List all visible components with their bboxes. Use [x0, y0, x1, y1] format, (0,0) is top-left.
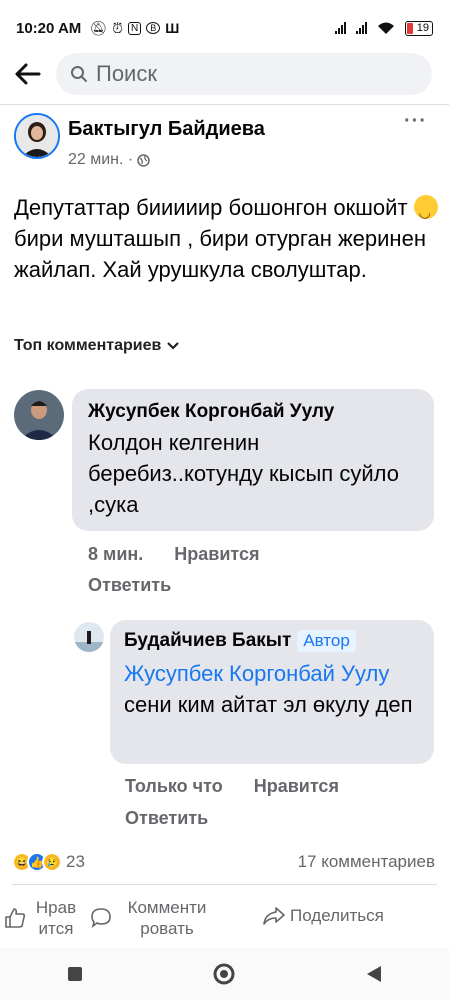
reactions-summary[interactable]: 😆 👍 😢 23: [12, 852, 85, 872]
triangle-back-icon: [367, 966, 382, 982]
battery-level: 19: [416, 21, 429, 34]
like-reply-button[interactable]: Нравится: [254, 776, 339, 796]
search-input[interactable]: Поиск: [56, 53, 432, 95]
comment-author[interactable]: Жусупбек Коргонбай Уулу: [88, 401, 418, 423]
share-button[interactable]: Поделиться: [262, 906, 384, 926]
comment-text: Колдон келгенин беребиз..котунду кысып с…: [88, 430, 399, 517]
post-text-part1: Депутаттар бииииир бошонгон окшойт: [14, 195, 408, 220]
like-button[interactable]: Нрав итcя: [4, 897, 82, 939]
app-icon: B: [146, 22, 161, 34]
reply-body: сени ким айтат эл өкулу деп: [124, 692, 413, 717]
top-bar: Поиск: [0, 50, 449, 98]
reply-author[interactable]: Будайчиев Бакыт: [124, 630, 291, 651]
bank-icon: Ш: [165, 20, 180, 36]
back-button[interactable]: [0, 50, 56, 98]
reply-author-photo: [74, 622, 104, 652]
search-icon: [71, 66, 87, 82]
header-divider: [0, 104, 449, 105]
comment-time[interactable]: 8 мин.: [88, 544, 143, 564]
post-author[interactable]: Бактыгул Байдиева: [68, 118, 265, 141]
post-actions: Нрав итcя Комменти ровать Поделиться: [0, 890, 449, 946]
like-comment-button[interactable]: Нравится: [174, 544, 259, 564]
post-text: Депутаттар бииииир бошонгон окшойт бири …: [14, 192, 440, 285]
reply-button[interactable]: Ответить: [88, 575, 171, 596]
back-nav-button[interactable]: [344, 954, 404, 994]
home-button[interactable]: [194, 954, 254, 994]
mute-icon: 🔕︎: [89, 19, 108, 36]
arrow-left-icon: [15, 63, 41, 85]
comment-actions: 8 мин. Нравится: [88, 544, 286, 565]
post-meta: 22 мин. ·: [68, 151, 150, 169]
chevron-down-icon: [167, 342, 180, 350]
reply-author-avatar[interactable]: [74, 622, 104, 652]
notification-icons: 🔕︎ ⏰︎ N B Ш: [89, 20, 179, 37]
post-time[interactable]: 22 мин. ·: [68, 151, 133, 169]
comment-bubble: Жусупбек Коргонбай Уулу Колдон келгенин …: [72, 389, 434, 531]
clock: 10:20 AM: [16, 19, 82, 37]
reply-text: Жусупбек Коргонбай Уулу сени ким айтат э…: [124, 658, 420, 720]
sort-label: Топ комментариев: [14, 337, 162, 354]
recents-button[interactable]: [45, 954, 105, 994]
share-label: Поделиться: [290, 906, 384, 925]
signal-icon-2: [355, 22, 367, 34]
mention-link[interactable]: Жусупбек Коргонбай Уулу: [124, 661, 389, 686]
sweat-smile-emoji-icon: [413, 195, 438, 228]
signal-icon: [334, 22, 346, 34]
reply-actions: Только что Нравится: [125, 776, 365, 797]
author-photo: [16, 115, 58, 157]
square-icon: [67, 967, 82, 981]
reply-time[interactable]: Только что: [125, 776, 223, 796]
search-placeholder: Поиск: [96, 61, 157, 86]
system-navigation-bar: [0, 948, 449, 1000]
wifi-icon: [377, 22, 394, 34]
author-avatar[interactable]: [14, 113, 60, 159]
commenter-avatar[interactable]: [14, 390, 64, 440]
reply-bubble: Будайчиев Бакыт Автор Жусупбек Коргонбай …: [110, 620, 434, 764]
like-label: Нрав итcя: [35, 898, 77, 938]
reply-reply-button[interactable]: Ответить: [125, 808, 208, 829]
comment-bubble-icon: [91, 908, 111, 928]
comment-sort-dropdown[interactable]: Топ комментариев: [14, 337, 180, 355]
comment-button[interactable]: Комменти ровать: [90, 897, 218, 939]
status-bar: 10:20 AM 🔕︎ ⏰︎ N B Ш 19: [0, 0, 449, 56]
sad-reaction-icon: 😢: [42, 852, 62, 872]
post-text-part2: бири мушташып , бири отурган жеринен жай…: [14, 226, 426, 282]
comment-label: Комменти ровать: [127, 898, 207, 938]
thumbs-up-icon: [5, 908, 26, 928]
globe-icon: [137, 153, 150, 167]
alarm-icon: ⏰︎: [112, 19, 124, 36]
reply-author-row: Будайчиев Бакыт Автор: [124, 630, 420, 652]
nfc-icon: N: [128, 21, 142, 35]
share-icon: [263, 907, 285, 925]
post-options-button[interactable]: ···: [404, 110, 427, 133]
reaction-count: 23: [66, 852, 85, 871]
actions-divider: [12, 884, 437, 885]
commenter-photo: [14, 390, 64, 440]
battery-icon: 19: [404, 20, 433, 36]
comment-count[interactable]: 17 комментариев: [298, 852, 435, 872]
circle-icon: [213, 963, 235, 985]
author-badge: Автор: [297, 630, 356, 652]
